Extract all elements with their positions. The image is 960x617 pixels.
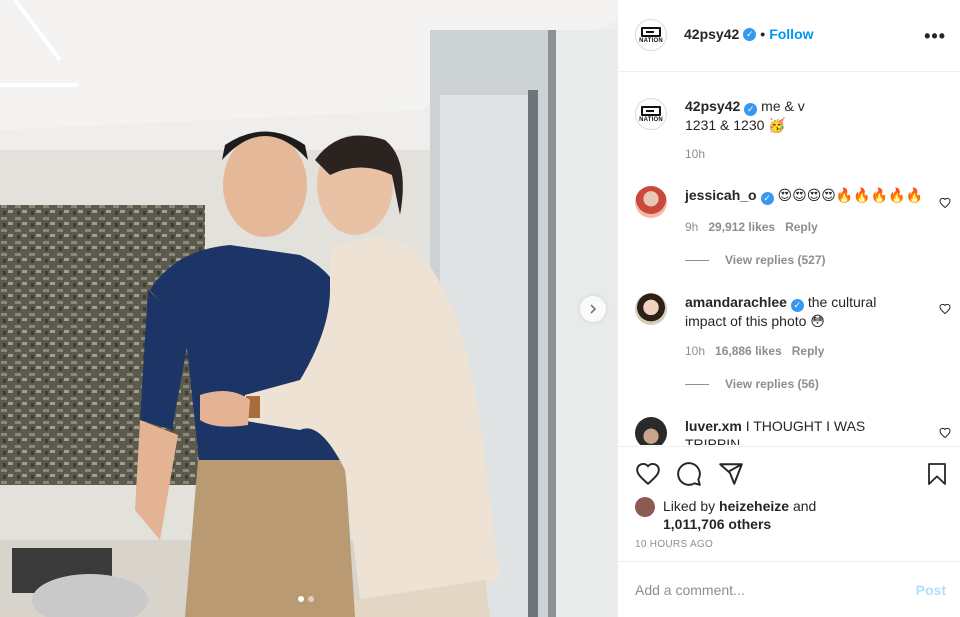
verified-badge-icon: ✓ bbox=[790, 298, 804, 312]
chevron-right-icon bbox=[590, 304, 597, 314]
post-comment-button[interactable]: Post bbox=[916, 582, 946, 598]
replies-divider bbox=[685, 383, 709, 385]
post-actions: Liked by heizeheize and 1,011,706 others… bbox=[618, 446, 960, 560]
comment-avatar[interactable] bbox=[635, 417, 667, 445]
liker-username[interactable]: heizeheize bbox=[719, 498, 789, 514]
more-options-icon[interactable]: ••• bbox=[924, 26, 946, 47]
likes-summary: Liked by heizeheize and 1,011,706 others bbox=[635, 497, 816, 533]
bookmark-icon[interactable] bbox=[925, 461, 949, 487]
view-replies-label: View replies (527) bbox=[725, 253, 826, 267]
follow-separator: • bbox=[760, 26, 766, 42]
comment-username[interactable]: jessicah_o bbox=[685, 187, 757, 203]
heart-icon[interactable] bbox=[939, 427, 951, 439]
caption: 42psy42 ✓ me & v 1231 & 1230 🥳 bbox=[685, 97, 935, 134]
caption-username[interactable]: 42psy42 bbox=[685, 98, 740, 114]
verified-badge-icon: ✓ bbox=[760, 191, 774, 205]
reply-button[interactable]: Reply bbox=[785, 220, 818, 234]
instagram-post: NATION 42psy42 ✓ • Follow ••• NATION 42p… bbox=[0, 0, 960, 617]
follow-button[interactable]: Follow bbox=[769, 26, 813, 42]
author-avatar[interactable]: NATION bbox=[635, 19, 667, 51]
carousel-dot-active bbox=[298, 596, 304, 602]
comment-username[interactable]: amandarachlee bbox=[685, 294, 787, 310]
comment-avatar[interactable] bbox=[635, 293, 667, 325]
carousel-dot bbox=[308, 596, 314, 602]
comment-username[interactable]: luver.xm bbox=[685, 418, 742, 434]
likes-prefix: Liked by bbox=[663, 498, 720, 514]
comment-body: amandarachlee ✓ the cultural impact of th… bbox=[685, 293, 915, 330]
post-sidebar: NATION 42psy42 ✓ • Follow ••• NATION 42p… bbox=[617, 0, 960, 617]
p-nation-logo: NATION bbox=[639, 105, 663, 123]
comment-body: jessicah_o ✓ 😍😍😍😍🔥🔥🔥🔥🔥 bbox=[685, 186, 935, 205]
caption-text: me & v bbox=[761, 98, 805, 114]
view-replies-label: View replies (56) bbox=[725, 377, 819, 391]
heart-icon[interactable] bbox=[635, 461, 661, 487]
post-photo[interactable] bbox=[0, 0, 617, 617]
post-header: NATION 42psy42 ✓ • Follow ••• bbox=[618, 0, 960, 72]
liker-avatar[interactable] bbox=[635, 497, 655, 517]
share-icon[interactable] bbox=[718, 461, 744, 487]
comment-text: 😍😍😍😍🔥🔥🔥🔥🔥 bbox=[777, 187, 924, 203]
comment-text-line2: impact of this photo 😳 bbox=[685, 312, 825, 329]
comment-text: I THOUGHT I WAS bbox=[745, 418, 866, 434]
comment-time[interactable]: 9h bbox=[685, 220, 698, 234]
caption-time[interactable]: 10h bbox=[685, 147, 705, 161]
comment-text-line2: TRIPPIN bbox=[685, 436, 741, 445]
verified-badge-icon: ✓ bbox=[744, 102, 758, 116]
comment-meta: 10h 16,886 likes Reply bbox=[685, 344, 824, 358]
comment-icon[interactable] bbox=[676, 461, 702, 487]
add-comment-bar: Post bbox=[618, 561, 960, 617]
comment-text: the cultural bbox=[807, 294, 877, 310]
comment-likes[interactable]: 29,912 likes bbox=[708, 220, 775, 234]
heart-icon[interactable] bbox=[939, 303, 951, 315]
likes-text: Liked by heizeheize and 1,011,706 others bbox=[663, 497, 816, 533]
likes-count[interactable]: 1,011,706 others bbox=[663, 516, 771, 532]
replies-divider bbox=[685, 259, 709, 261]
comment-input[interactable] bbox=[635, 580, 885, 600]
verified-badge-icon: ✓ bbox=[743, 27, 757, 41]
likes-and: and bbox=[789, 498, 817, 514]
photo-scene bbox=[0, 0, 617, 617]
carousel-indicator bbox=[298, 596, 314, 602]
post-timestamp[interactable]: 10 HOURS AGO bbox=[635, 539, 713, 550]
author-username[interactable]: 42psy42 bbox=[684, 26, 739, 42]
reply-button[interactable]: Reply bbox=[792, 344, 825, 358]
comment-body: luver.xm I THOUGHT I WAS TRIPPIN bbox=[685, 417, 915, 445]
heart-icon[interactable] bbox=[939, 197, 951, 209]
comments-list[interactable]: NATION 42psy42 ✓ me & v 1231 & 1230 🥳 10h… bbox=[618, 73, 960, 445]
caption-text-line2: 1231 & 1230 🥳 bbox=[685, 116, 786, 133]
next-photo-button[interactable] bbox=[580, 296, 606, 322]
author-line: 42psy42 ✓ • Follow bbox=[684, 26, 814, 42]
view-replies-button[interactable]: View replies (527) bbox=[685, 253, 826, 267]
comment-avatar[interactable] bbox=[635, 186, 667, 218]
comment-time[interactable]: 10h bbox=[685, 344, 705, 358]
caption-avatar[interactable]: NATION bbox=[635, 98, 667, 130]
p-nation-logo: NATION bbox=[639, 26, 663, 44]
view-replies-button[interactable]: View replies (56) bbox=[685, 377, 819, 391]
comment-likes[interactable]: 16,886 likes bbox=[715, 344, 782, 358]
comment-meta: 9h 29,912 likes Reply bbox=[685, 220, 818, 234]
